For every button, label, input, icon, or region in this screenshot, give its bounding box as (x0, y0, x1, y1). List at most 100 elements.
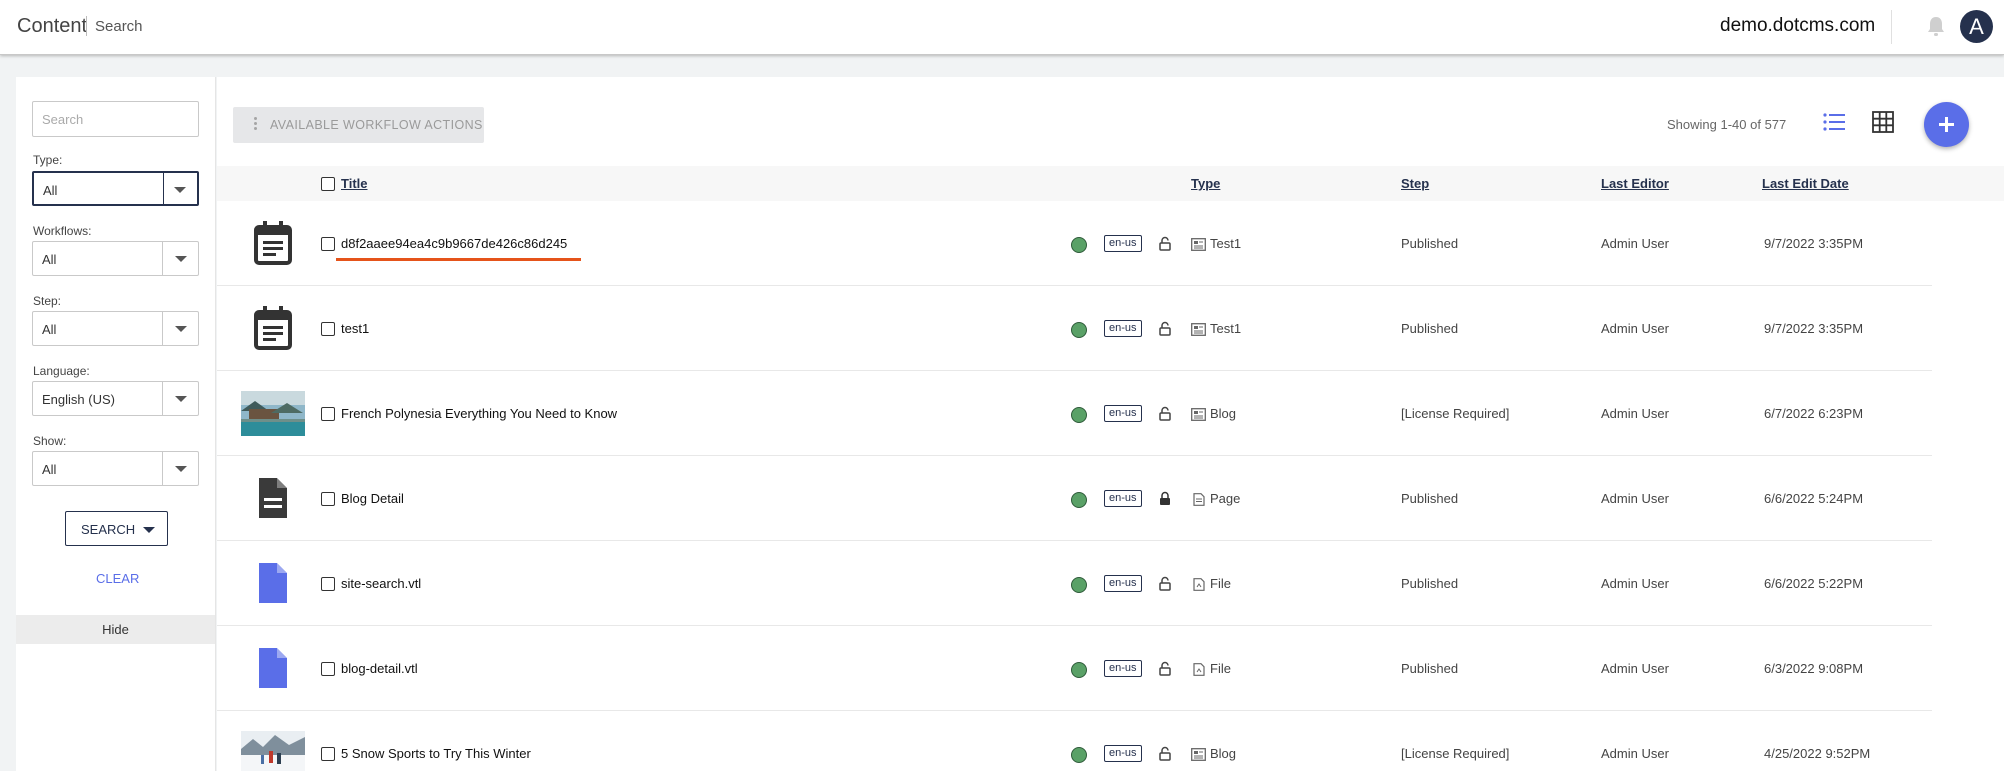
page-icon (1193, 493, 1205, 506)
breadcrumb-title[interactable]: Content (17, 15, 87, 38)
table-row[interactable]: blog-detail.vtl en-us File Published Adm… (217, 626, 1932, 711)
language-badge: en-us (1104, 320, 1142, 337)
last-editor: Admin User (1601, 491, 1669, 506)
last-edit-date: 6/6/2022 5:24PM (1764, 491, 1864, 506)
type-dropdown[interactable]: All (32, 171, 199, 206)
table-row[interactable]: test1 en-us Test1 Published Admin User 9… (217, 286, 1932, 371)
type-value: All (43, 183, 58, 198)
list-view-icon[interactable] (1823, 112, 1845, 132)
content-title[interactable]: Blog Detail (341, 491, 404, 506)
divider (1891, 10, 1892, 44)
last-editor: Admin User (1601, 321, 1669, 336)
show-dropdown[interactable]: All (32, 451, 199, 486)
column-last-edit-date[interactable]: Last Edit Date (1762, 176, 1849, 191)
table-header: Title Type Step Last Editor Last Edit Da… (217, 166, 2004, 201)
table-row[interactable]: 5 Snow Sports to Try This Winter en-us B… (217, 711, 1932, 771)
unlock-icon[interactable] (1159, 576, 1171, 591)
last-edit-date: 9/7/2022 3:35PM (1764, 321, 1864, 336)
workflow-step: [License Required] (1401, 406, 1510, 421)
chevron-down-icon (175, 256, 187, 262)
last-edit-date: 6/6/2022 5:22PM (1764, 576, 1864, 591)
content-title[interactable]: d8f2aaee94ea4c9b9667de426c86d245 (341, 236, 567, 251)
content-type-icon (1191, 323, 1206, 336)
content-title[interactable]: French Polynesia Everything You Need to … (341, 406, 617, 421)
file-type-icon (1193, 663, 1205, 676)
file-type-icon (1193, 578, 1205, 591)
unlock-icon[interactable] (1159, 746, 1171, 761)
workflow-step: Published (1401, 236, 1459, 251)
last-editor: Admin User (1601, 576, 1669, 591)
clear-button[interactable]: CLEAR (96, 571, 139, 586)
table-row[interactable]: French Polynesia Everything You Need to … (217, 371, 1932, 456)
file-icon (259, 648, 287, 688)
language-badge: en-us (1104, 745, 1142, 762)
row-checkbox[interactable] (321, 237, 335, 251)
published-status-icon (1071, 577, 1087, 593)
row-checkbox[interactable] (321, 322, 335, 336)
lock-icon[interactable] (1159, 491, 1171, 506)
add-content-button[interactable] (1924, 102, 1969, 147)
search-input[interactable] (32, 101, 199, 137)
file-icon (259, 563, 287, 603)
workflow-actions-label: AVAILABLE WORKFLOW ACTIONS (270, 118, 483, 132)
chevron-down-icon[interactable] (143, 527, 155, 533)
photo-thumbnail (241, 731, 305, 771)
column-step[interactable]: Step (1401, 176, 1429, 191)
highlight-underline (336, 258, 581, 261)
unlock-icon[interactable] (1159, 406, 1171, 421)
search-button[interactable]: SEARCH (65, 511, 168, 546)
language-value: English (US) (42, 392, 115, 407)
step-label: Step: (33, 294, 62, 308)
table-row[interactable]: Blog Detail en-us Page Published Admin U… (217, 456, 1932, 541)
workflow-step: Published (1401, 491, 1459, 506)
workflows-dropdown[interactable]: All (32, 241, 199, 276)
document-icon (259, 478, 287, 518)
workflows-value: All (42, 252, 57, 267)
avatar[interactable]: A (1960, 10, 1993, 43)
language-badge: en-us (1104, 490, 1142, 507)
content-title[interactable]: 5 Snow Sports to Try This Winter (341, 746, 531, 761)
hide-panel-button[interactable]: Hide (16, 615, 215, 644)
unlock-icon[interactable] (1159, 661, 1171, 676)
column-type[interactable]: Type (1191, 176, 1220, 191)
workflow-step: Published (1401, 321, 1459, 336)
published-status-icon (1071, 322, 1087, 338)
search-button-label: SEARCH (81, 522, 136, 537)
select-all-checkbox[interactable] (321, 177, 335, 191)
grid-view-icon[interactable] (1872, 111, 1894, 133)
language-dropdown[interactable]: English (US) (32, 381, 199, 416)
show-value: All (42, 462, 57, 477)
table-row[interactable]: site-search.vtl en-us File Published Adm… (217, 541, 1932, 626)
language-badge: en-us (1104, 575, 1142, 592)
workflow-actions-button[interactable]: AVAILABLE WORKFLOW ACTIONS (233, 107, 484, 143)
unlock-icon[interactable] (1159, 321, 1171, 336)
last-editor: Admin User (1601, 406, 1669, 421)
column-title[interactable]: Title (341, 176, 368, 191)
type-label: Type: (33, 153, 63, 167)
calendar-icon (254, 221, 292, 265)
column-last-editor[interactable]: Last Editor (1601, 176, 1669, 191)
content-type: File (1210, 661, 1231, 676)
step-value: All (42, 322, 57, 337)
table-row[interactable]: d8f2aaee94ea4c9b9667de426c86d245 en-us T… (217, 201, 1932, 286)
row-checkbox[interactable] (321, 662, 335, 676)
row-checkbox[interactable] (321, 492, 335, 506)
content-title[interactable]: test1 (341, 321, 369, 336)
site-selector[interactable]: demo.dotcms.com (1720, 15, 1875, 37)
last-edit-date: 6/3/2022 9:08PM (1764, 661, 1864, 676)
row-checkbox[interactable] (321, 747, 335, 761)
row-checkbox[interactable] (321, 407, 335, 421)
content-title[interactable]: blog-detail.vtl (341, 661, 418, 676)
bell-icon[interactable] (1926, 16, 1946, 38)
language-badge: en-us (1104, 405, 1142, 422)
content-main: AVAILABLE WORKFLOW ACTIONS Showing 1-40 … (217, 77, 2004, 771)
row-checkbox[interactable] (321, 577, 335, 591)
chevron-down-icon (175, 396, 187, 402)
content-type: Test1 (1210, 236, 1242, 251)
step-dropdown[interactable]: All (32, 311, 199, 346)
content-title[interactable]: site-search.vtl (341, 576, 421, 591)
unlock-icon[interactable] (1159, 236, 1171, 251)
language-label: Language: (33, 364, 90, 378)
workflow-step: Published (1401, 661, 1459, 676)
published-status-icon (1071, 662, 1087, 678)
